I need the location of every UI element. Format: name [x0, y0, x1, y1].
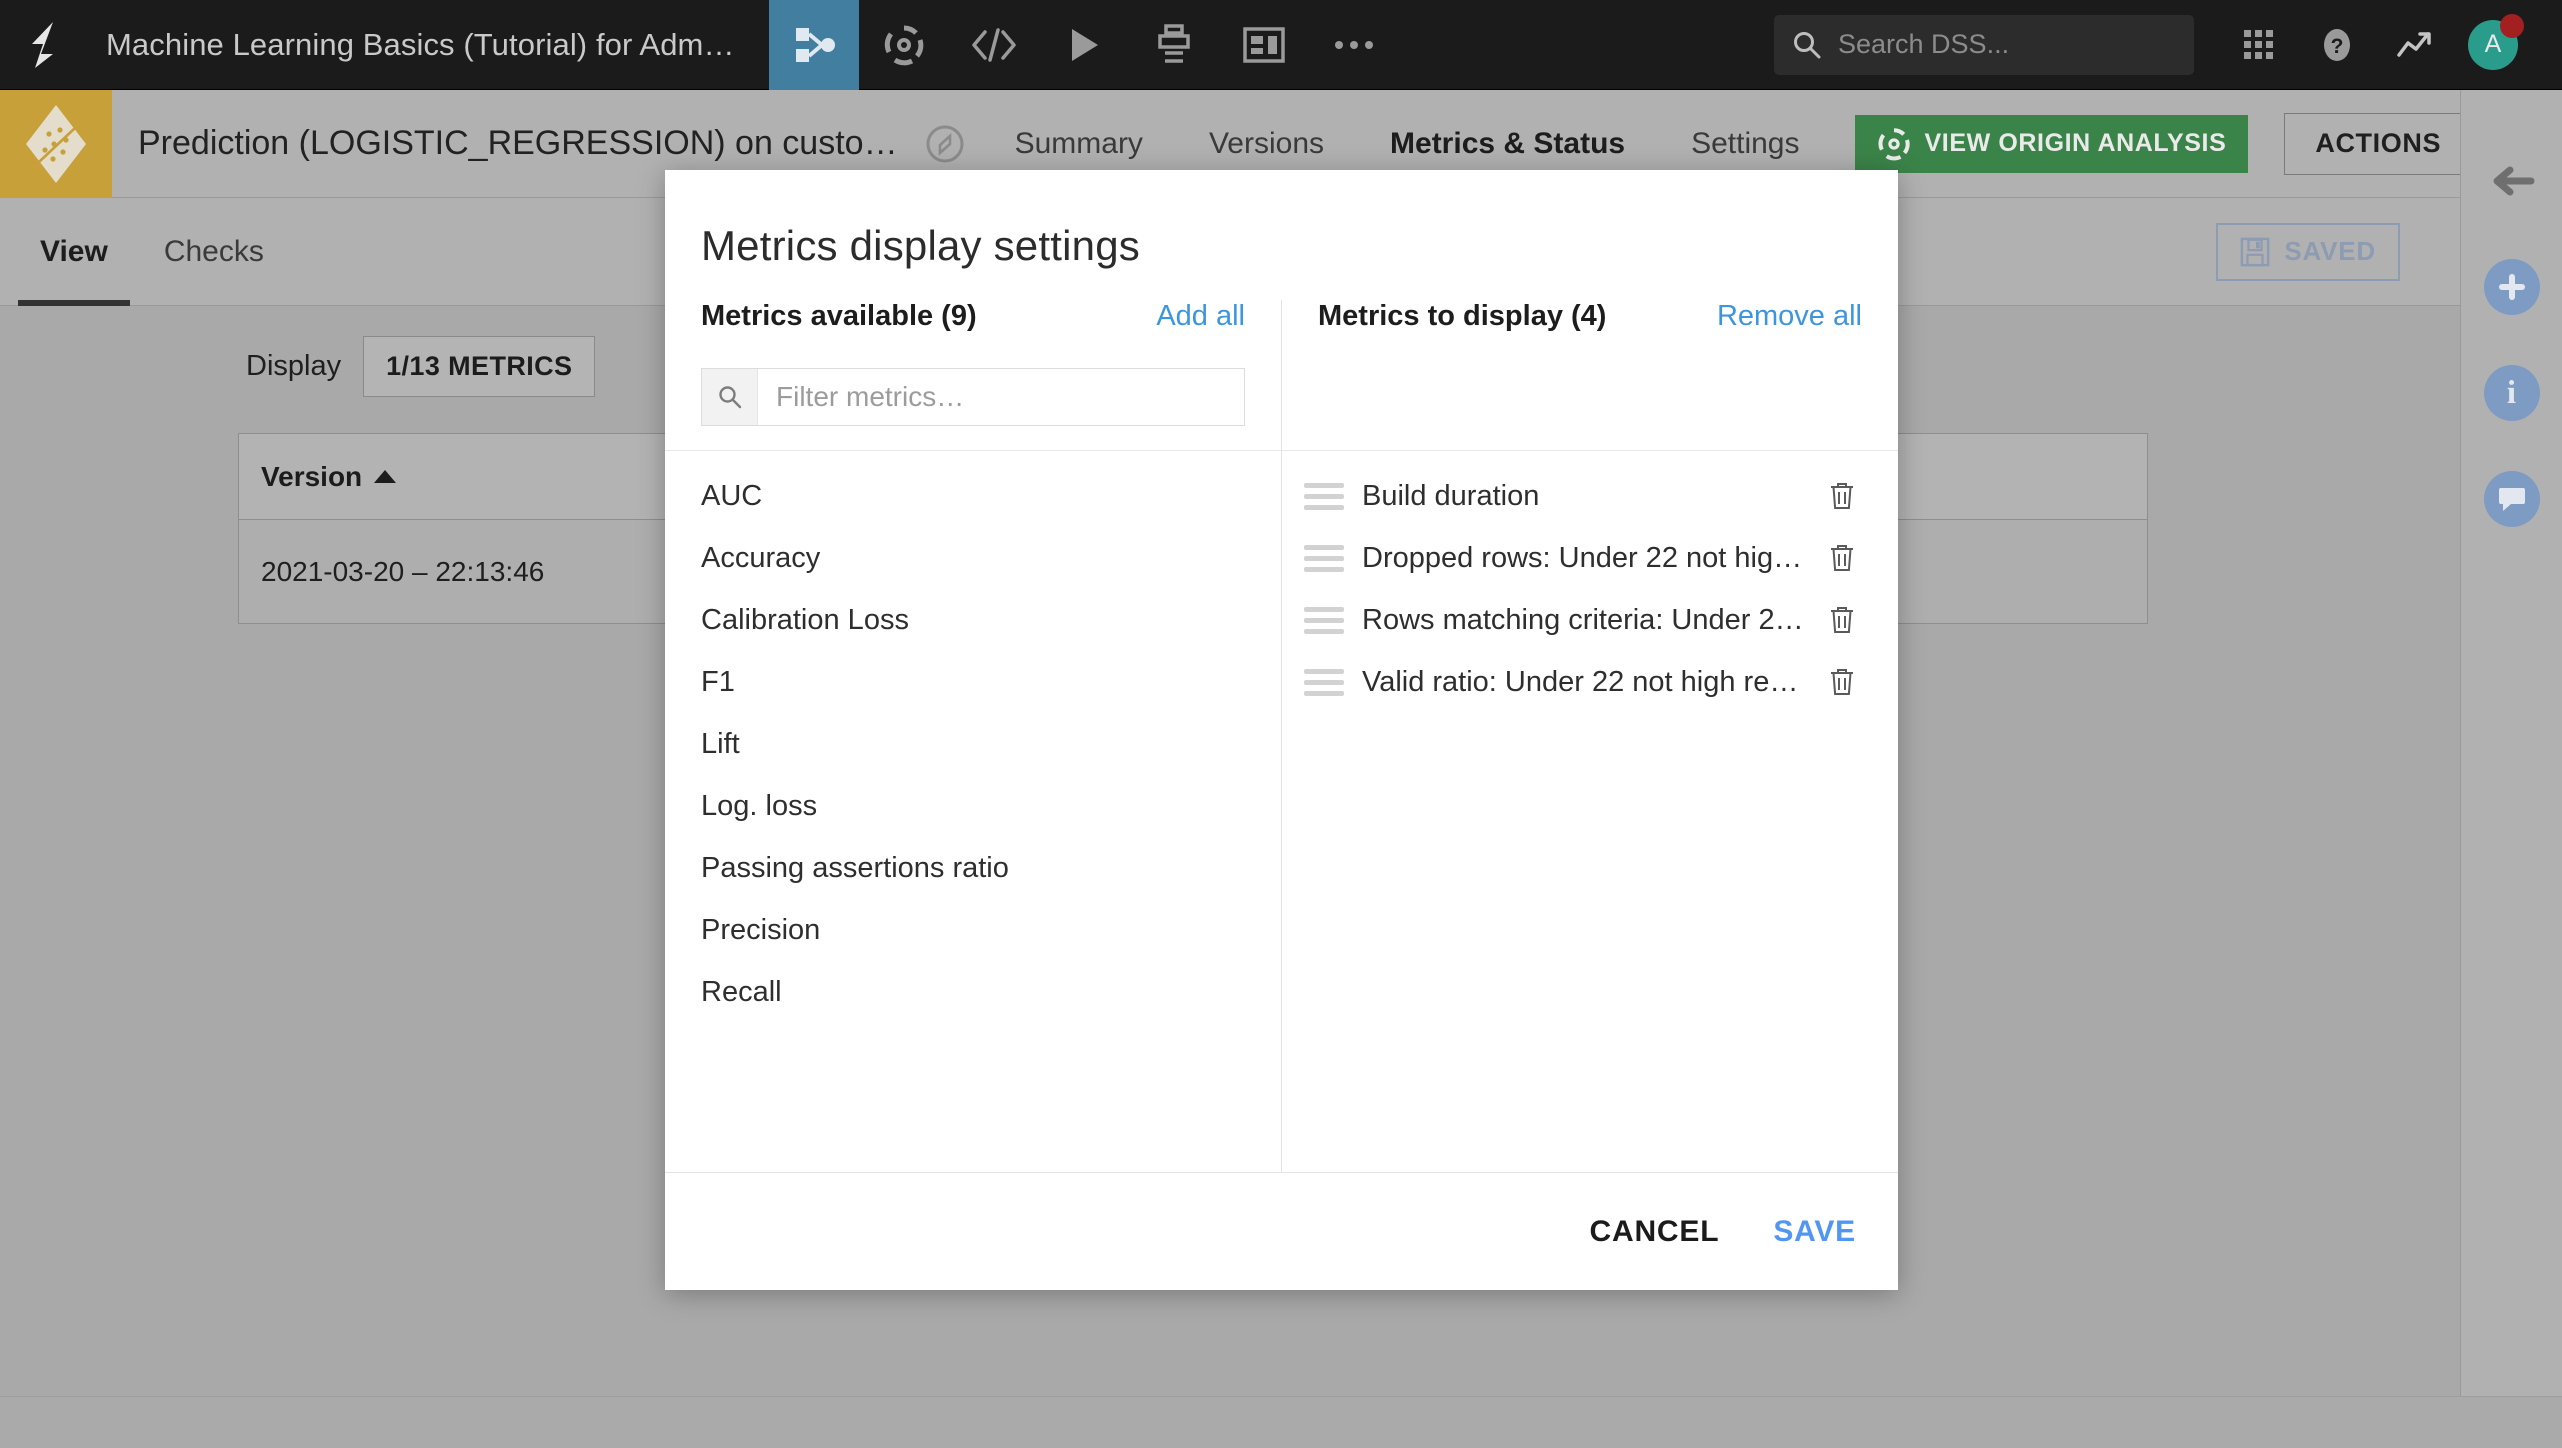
metrics-to-display-title: Metrics to display (4) [1318, 300, 1607, 332]
list-item[interactable]: Precision [665, 899, 1281, 961]
list-item-label: Valid ratio: Under 22 not high revenue [1362, 665, 1812, 698]
search-icon [702, 369, 758, 425]
metrics-to-display-panel: Metrics to display (4) Remove all Build … [1282, 300, 1898, 1172]
metrics-available-list: AUC Accuracy Calibration Loss F1 Lift Lo… [665, 450, 1281, 1172]
list-item[interactable]: Build duration [1282, 465, 1898, 527]
dialog-columns: Metrics available (9) Add all Filter met… [665, 300, 1898, 1172]
drag-handle-icon[interactable] [1304, 482, 1344, 510]
filter-metrics-box[interactable] [701, 368, 1245, 426]
metrics-available-panel: Metrics available (9) Add all Filter met… [665, 300, 1282, 1172]
delete-icon[interactable] [1820, 536, 1864, 580]
remove-all-link[interactable]: Remove all [1717, 300, 1862, 333]
filter-metrics-input[interactable] [758, 369, 1244, 425]
list-item[interactable]: Rows matching criteria: Under 22 n… [1282, 589, 1898, 651]
dialog-title: Metrics display settings [701, 222, 1140, 269]
list-item[interactable]: AUC [665, 465, 1281, 527]
drag-handle-icon[interactable] [1304, 668, 1344, 696]
list-item[interactable]: Passing assertions ratio [665, 837, 1281, 899]
cancel-button[interactable]: CANCEL [1590, 1215, 1720, 1249]
list-item[interactable]: Valid ratio: Under 22 not high revenue [1282, 651, 1898, 713]
list-item[interactable]: Recall [665, 961, 1281, 1023]
drag-handle-icon[interactable] [1304, 606, 1344, 634]
list-item-label: Rows matching criteria: Under 22 n… [1362, 603, 1812, 636]
add-all-link[interactable]: Add all [1156, 300, 1245, 333]
metrics-available-title: Metrics available (9) [701, 300, 977, 332]
list-item[interactable]: Lift [665, 713, 1281, 775]
list-item-label: Dropped rows: Under 22 not high re… [1362, 541, 1812, 574]
list-item[interactable]: F1 [665, 651, 1281, 713]
drag-handle-icon[interactable] [1304, 544, 1344, 572]
list-item[interactable]: Accuracy [665, 527, 1281, 589]
metrics-available-header: Metrics available (9) Add all [665, 300, 1281, 356]
list-item[interactable]: Dropped rows: Under 22 not high re… [1282, 527, 1898, 589]
list-item[interactable]: Calibration Loss [665, 589, 1281, 651]
metrics-to-display-list: Build duration Dropped rows: Under 22 no… [1282, 450, 1898, 1172]
delete-icon[interactable] [1820, 598, 1864, 642]
filter-row [665, 356, 1281, 426]
delete-icon[interactable] [1820, 474, 1864, 518]
app-root: Machine Learning Basics (Tutorial) for A… [0, 0, 2562, 1448]
dialog-footer: CANCEL SAVE [665, 1172, 1898, 1290]
metrics-to-display-header: Metrics to display (4) Remove all [1282, 300, 1898, 356]
delete-icon[interactable] [1820, 660, 1864, 704]
list-item-label: Build duration [1362, 479, 1540, 512]
list-item[interactable]: Log. loss [665, 775, 1281, 837]
metrics-display-settings-dialog: Metrics display settings Metrics availab… [665, 170, 1898, 1290]
save-button[interactable]: SAVE [1773, 1215, 1856, 1249]
